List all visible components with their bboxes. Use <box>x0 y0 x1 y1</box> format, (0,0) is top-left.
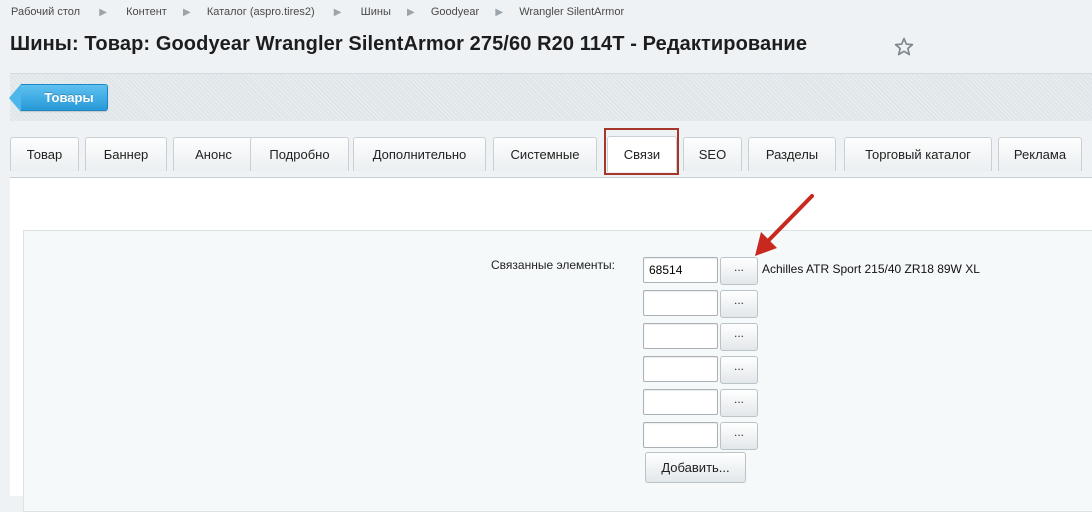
breadcrumb-item-wrangler[interactable]: Wrangler SilentArmor <box>519 6 624 18</box>
page-title: Шины: Товар: Goodyear Wrangler SilentArm… <box>10 33 808 55</box>
tab-trade-catalog[interactable]: Торговый каталог <box>844 137 992 171</box>
active-tab-highlight <box>604 128 679 175</box>
tab-sections[interactable]: Разделы <box>748 137 836 171</box>
breadcrumb-separator-icon: ▶ <box>407 6 415 18</box>
breadcrumb-item-content[interactable]: Контент <box>126 6 167 18</box>
linked-element-id-input-3[interactable] <box>643 323 718 349</box>
red-arrow-icon <box>755 194 814 256</box>
tab-content <box>10 177 1092 512</box>
tab-announce[interactable]: Анонс <box>173 137 254 171</box>
back-to-goods-button[interactable]: Товары <box>9 84 108 112</box>
linked-element-id-input-2[interactable] <box>643 290 718 316</box>
toolbar: Товары <box>9 73 1092 121</box>
linked-element-id-input-4[interactable] <box>643 356 718 382</box>
breadcrumb-separator-icon: ▶ <box>99 6 107 18</box>
linked-element-id-input-6[interactable] <box>643 422 718 448</box>
breadcrumb-item-tires[interactable]: Шины <box>361 6 391 18</box>
tab-advertising[interactable]: Реклама <box>998 137 1082 171</box>
pick-element-button-5[interactable]: ... <box>720 389 758 417</box>
pick-element-button-2[interactable]: ... <box>720 290 758 318</box>
breadcrumb-item-catalog[interactable]: Каталог (aspro.tires2) <box>207 6 315 18</box>
tab-seo[interactable]: SEO <box>683 137 742 171</box>
pick-element-button-1[interactable]: ... <box>720 257 758 285</box>
linked-element-id-input-5[interactable] <box>643 389 718 415</box>
tab-additional[interactable]: Дополнительно <box>353 137 486 171</box>
tab-details[interactable]: Подробно <box>250 137 349 171</box>
breadcrumb-separator-icon: ▶ <box>182 6 191 18</box>
breadcrumb-separator-icon: ▶ <box>333 6 342 18</box>
pick-element-button-3[interactable]: ... <box>720 323 758 351</box>
linked-element-id-input-1[interactable] <box>643 257 718 283</box>
breadcrumb-item-goodyear[interactable]: Goodyear <box>431 6 479 18</box>
linked-element-name: Achilles ATR Sport 215/40 ZR18 89W XL <box>762 262 980 276</box>
linked-elements-label: Связанные элементы: <box>491 258 616 272</box>
star-icon[interactable] <box>893 36 915 58</box>
tab-system[interactable]: Системные <box>493 137 597 171</box>
breadcrumb-separator-icon: ▶ <box>495 6 504 18</box>
tab-bar: Товар Баннер Анонс Подробно Дополнительн… <box>10 136 1092 172</box>
pick-element-button-6[interactable]: ... <box>720 422 758 450</box>
breadcrumb: Рабочий стол ▶ Контент ▶ Каталог (aspro.… <box>11 5 624 19</box>
tab-banner[interactable]: Баннер <box>85 137 167 171</box>
add-linked-element-button[interactable]: Добавить... <box>645 452 746 483</box>
breadcrumb-item-desktop[interactable]: Рабочий стол <box>11 6 80 18</box>
pick-element-button-4[interactable]: ... <box>720 356 758 384</box>
tab-product[interactable]: Товар <box>10 137 79 171</box>
